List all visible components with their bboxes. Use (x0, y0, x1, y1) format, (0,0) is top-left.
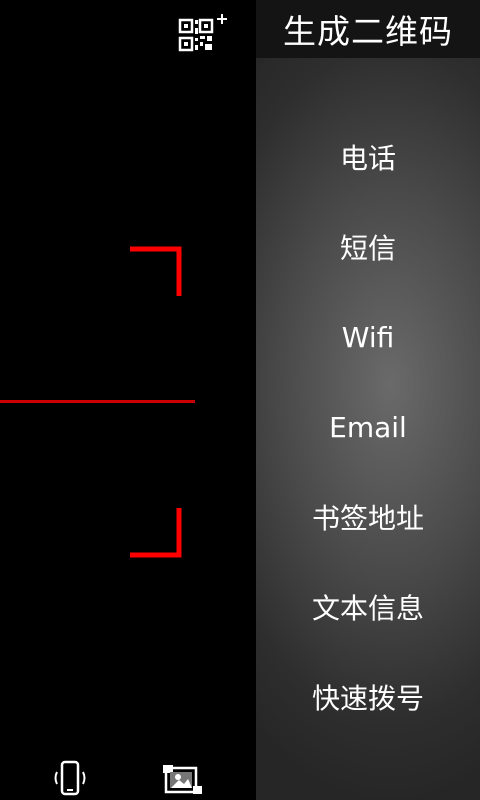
qr-type-menu: 电话 短信 Wifi Email 书签地址 文本信息 快速拨号 (256, 112, 480, 742)
scan-line (0, 400, 195, 403)
menu-item-bookmark[interactable]: 书签地址 (256, 472, 480, 562)
scan-frame-corner-top-right (130, 246, 182, 296)
vibrate-icon (54, 760, 86, 796)
scan-frame-corner-bottom-right (130, 508, 182, 558)
scanner-viewfinder (0, 0, 256, 800)
menu-item-speed-dial[interactable]: 快速拨号 (256, 652, 480, 742)
vibrate-toggle-button[interactable] (50, 758, 90, 800)
panel-title: 生成二维码 (283, 12, 453, 51)
generate-qr-panel: 生成二维码 电话 短信 Wifi Email 书签地址 文本信息 快速拨号 (256, 0, 480, 800)
gallery-icon (163, 765, 202, 794)
menu-item-text[interactable]: 文本信息 (256, 562, 480, 652)
gallery-button[interactable] (162, 762, 204, 796)
screen: 生成二维码 电话 短信 Wifi Email 书签地址 文本信息 快速拨号 (0, 0, 480, 800)
menu-item-email[interactable]: Email (256, 382, 480, 472)
menu-item-sms[interactable]: 短信 (256, 202, 480, 292)
menu-item-wifi[interactable]: Wifi (256, 292, 480, 382)
generate-qr-button[interactable] (178, 12, 228, 54)
panel-header: 生成二维码 (256, 0, 480, 58)
qr-code-add-icon (178, 14, 227, 52)
menu-item-phone[interactable]: 电话 (256, 112, 480, 202)
